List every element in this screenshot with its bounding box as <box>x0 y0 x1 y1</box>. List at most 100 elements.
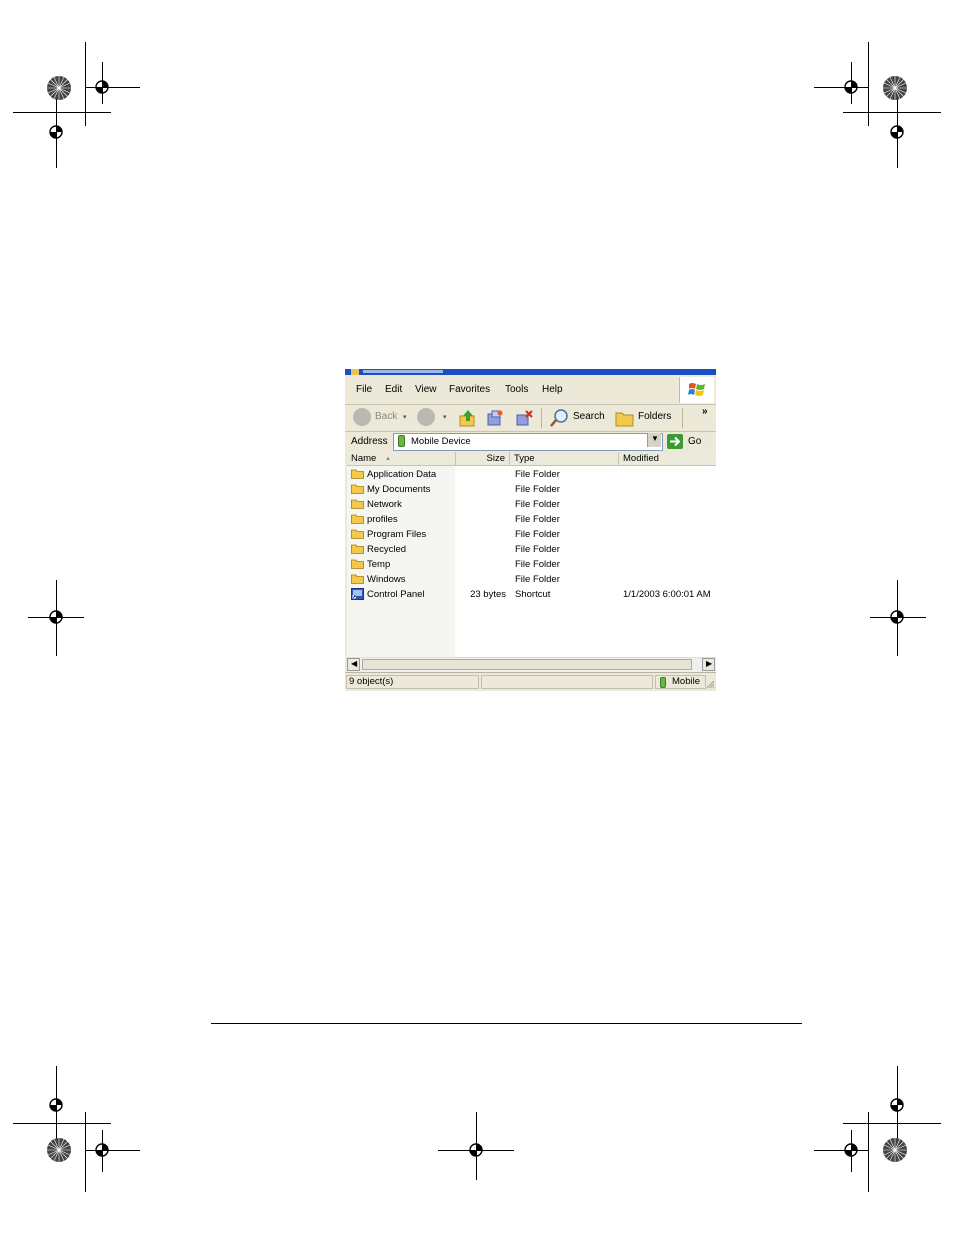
column-header-size[interactable]: Size <box>456 452 510 466</box>
registration-target-icon <box>887 122 907 142</box>
folders-icon[interactable] <box>615 410 635 427</box>
file-type: File Folder <box>515 544 560 555</box>
chevron-down-icon: ▼ <box>651 434 659 443</box>
registration-starburst-icon <box>46 75 72 101</box>
registration-target-icon <box>887 607 907 627</box>
window-icon <box>351 369 359 375</box>
registration-target-icon <box>466 1140 486 1160</box>
chevron-right-icon: ▶ <box>706 659 713 668</box>
back-button[interactable]: Back <box>375 411 397 422</box>
toolbar-separator <box>682 408 683 428</box>
toolbar-overflow-chevron-icon[interactable]: » <box>702 406 708 417</box>
folder-icon <box>351 484 364 494</box>
title-bar[interactable] <box>345 369 716 375</box>
registration-starburst-icon <box>882 1137 908 1163</box>
address-label: Address <box>351 436 388 447</box>
registration-target-icon <box>887 1095 907 1115</box>
scroll-thumb[interactable] <box>362 659 692 670</box>
file-size: 23 bytes <box>470 589 506 600</box>
search-icon[interactable] <box>549 408 569 428</box>
file-name: Application Data <box>367 469 437 480</box>
file-name: My Documents <box>367 484 431 495</box>
scroll-left-button[interactable]: ◀ <box>347 658 360 671</box>
list-item[interactable]: Windows File Folder <box>347 572 716 587</box>
list-item[interactable]: My Documents File Folder <box>347 482 716 497</box>
menu-view[interactable]: View <box>415 384 437 395</box>
status-blank-panel <box>481 675 653 689</box>
column-header-name[interactable]: Name ▲ <box>347 452 456 466</box>
file-modified: 1/1/2003 6:00:01 AM <box>623 589 711 600</box>
registration-starburst-icon <box>882 75 908 101</box>
registration-target-icon <box>46 607 66 627</box>
column-header-type[interactable]: Type <box>510 452 619 466</box>
sort-ascending-icon: ▲ <box>385 456 391 462</box>
mobile-device-icon <box>660 677 666 688</box>
registration-target-icon <box>92 77 112 97</box>
list-item[interactable]: Network File Folder <box>347 497 716 512</box>
address-value: Mobile Device <box>411 436 471 447</box>
move-to-icon[interactable] <box>486 409 504 427</box>
menu-edit[interactable]: Edit <box>385 384 402 395</box>
file-name: profiles <box>367 514 398 525</box>
file-type: File Folder <box>515 559 560 570</box>
list-item[interactable]: Application Data File Folder <box>347 467 716 482</box>
folder-icon <box>351 544 364 554</box>
menu-bar: File Edit View Favorites Tools Help <box>345 376 716 405</box>
folder-icon <box>351 574 364 584</box>
folders-button[interactable]: Folders <box>638 411 671 422</box>
toolbar-separator <box>541 408 542 428</box>
file-name: Program Files <box>367 529 427 540</box>
status-zone-label: Mobile <box>672 676 700 687</box>
file-type: File Folder <box>515 514 560 525</box>
address-input[interactable]: Mobile Device <box>393 433 663 451</box>
file-type: File Folder <box>515 574 560 585</box>
delete-icon[interactable] <box>515 409 533 427</box>
file-type: Shortcut <box>515 589 551 600</box>
menu-help[interactable]: Help <box>542 384 563 395</box>
menu-tools[interactable]: Tools <box>505 384 528 395</box>
list-item[interactable]: profiles File Folder <box>347 512 716 527</box>
footer-rule <box>211 1023 802 1024</box>
file-type: File Folder <box>515 499 560 510</box>
menu-file[interactable]: File <box>356 384 372 395</box>
list-item[interactable]: Program Files File Folder <box>347 527 716 542</box>
address-dropdown-button[interactable]: ▼ <box>647 433 661 447</box>
resize-grip-icon[interactable] <box>705 679 715 689</box>
menu-favorites[interactable]: Favorites <box>449 384 490 395</box>
explorer-window: File Edit View Favorites Tools Help Back… <box>345 369 716 691</box>
file-type: File Folder <box>515 529 560 540</box>
status-object-count: 9 object(s) <box>346 675 479 689</box>
forward-arrow-icon[interactable] <box>417 408 435 426</box>
file-list: Name ▲ Size Type Modified Application Da… <box>347 452 716 657</box>
column-header-modified[interactable]: Modified <box>619 452 716 466</box>
list-item[interactable]: Temp File Folder <box>347 557 716 572</box>
windows-logo-icon <box>679 377 714 403</box>
search-button[interactable]: Search <box>573 411 605 422</box>
folder-icon <box>351 499 364 509</box>
folder-icon <box>351 529 364 539</box>
registration-target-icon <box>841 77 861 97</box>
list-item[interactable]: Control Panel 23 bytes Shortcut 1/1/2003… <box>347 587 716 602</box>
file-name: Temp <box>367 559 391 570</box>
back-dropdown-icon[interactable]: ▾ <box>403 413 407 421</box>
status-bar: 9 object(s) Mobile <box>345 672 716 691</box>
registration-target-icon <box>92 1140 112 1160</box>
registration-target-icon <box>46 122 66 142</box>
window-title <box>363 370 443 373</box>
back-arrow-icon[interactable] <box>353 408 371 426</box>
file-name: Recycled <box>367 544 407 555</box>
standard-toolbar: Back ▾ ▾ Search Folders » <box>345 405 716 432</box>
registration-starburst-icon <box>46 1137 72 1163</box>
forward-dropdown-icon[interactable]: ▾ <box>443 413 447 421</box>
go-arrow-icon <box>667 434 683 449</box>
registration-target-icon <box>841 1140 861 1160</box>
folder-icon <box>351 559 364 569</box>
up-folder-icon[interactable] <box>459 409 477 427</box>
file-name: Windows <box>367 574 406 585</box>
column-header-name-label: Name <box>351 453 377 464</box>
folder-icon <box>351 469 364 479</box>
status-zone: Mobile <box>655 675 706 689</box>
horizontal-scrollbar[interactable]: ◀ ▶ <box>347 657 716 672</box>
scroll-right-button[interactable]: ▶ <box>702 658 715 671</box>
list-item[interactable]: Recycled File Folder <box>347 542 716 557</box>
